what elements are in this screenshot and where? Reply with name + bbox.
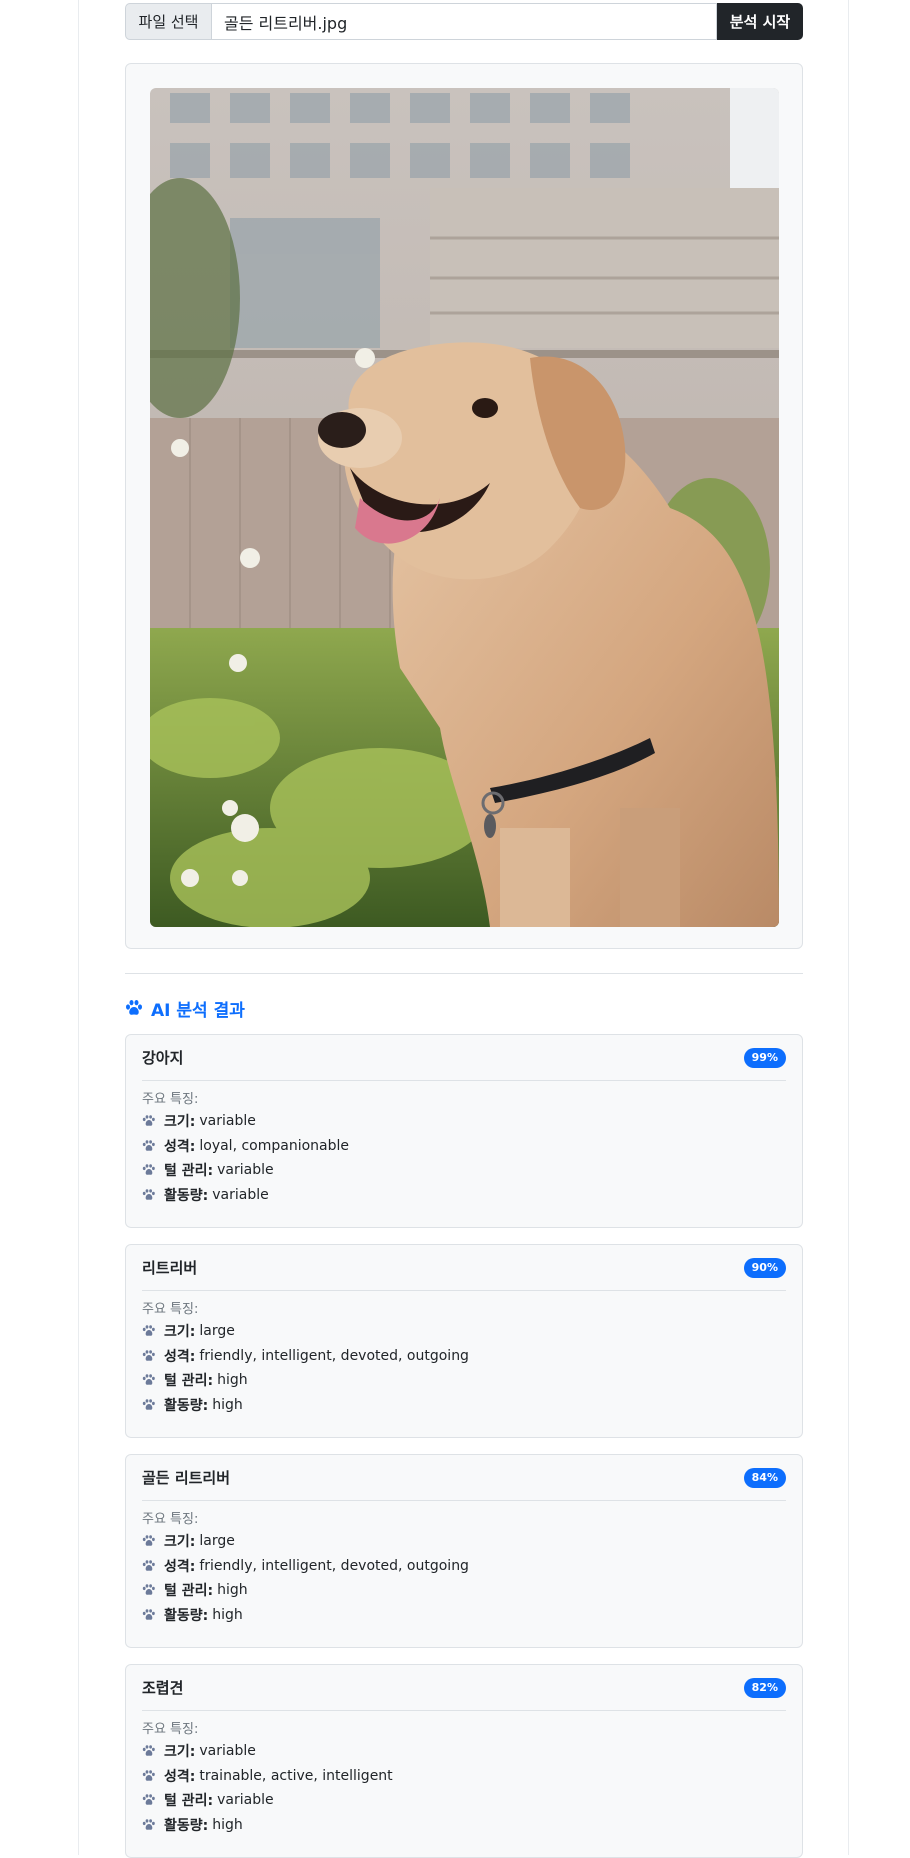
result-card-header: 강아지 99% (142, 1035, 786, 1081)
feature-item: 활동량: high (142, 1603, 786, 1628)
paw-icon (142, 1745, 156, 1757)
feature-value: high (212, 1606, 243, 1623)
result-card: 골든 리트리버 84% 주요 특징: 크기: large 성격: friendly, int… (125, 1454, 803, 1648)
result-card: 강아지 99% 주요 특징: 크기: variable 성격: loyal, compani… (125, 1034, 803, 1228)
feature-key: 성격: (164, 1768, 196, 1785)
feature-item: 크기: variable (142, 1739, 786, 1764)
breed-name: 골든 리트리버 (142, 1469, 231, 1487)
paw-icon (142, 1559, 156, 1572)
feature-item: 성격: trainable, active, intelligent (142, 1764, 786, 1789)
features-label: 주요 특징: (142, 1092, 199, 1107)
feature-key: 성격: (164, 1138, 196, 1155)
feature-key: 성격: (164, 1348, 196, 1365)
feature-value: high (212, 1816, 243, 1833)
feature-key: 성격: (164, 1558, 196, 1575)
breed-name: 강아지 (142, 1049, 184, 1067)
paw-icon (125, 999, 143, 1017)
confidence-badge: 84% (743, 1467, 786, 1488)
paw-icon (142, 1794, 156, 1806)
feature-key: 털 관리: (164, 1793, 214, 1810)
feature-value: large (199, 1323, 235, 1340)
feature-value: variable (217, 1792, 274, 1809)
feature-value: variable (199, 1743, 256, 1760)
feature-key: 활동량: (164, 1607, 209, 1624)
result-card-header: 조렵견 82% (142, 1665, 786, 1711)
paw-icon (142, 1115, 156, 1127)
paw-icon (142, 1325, 156, 1337)
paw-icon (142, 1139, 156, 1152)
feature-key: 크기: (164, 1324, 196, 1341)
feature-item: 활동량: high (142, 1393, 786, 1418)
feature-key: 크기: (164, 1114, 196, 1131)
feature-item: 성격: friendly, intelligent, devoted, outgo… (142, 1344, 786, 1369)
feature-key: 크기: (164, 1744, 196, 1761)
breed-name: 조렵견 (142, 1679, 184, 1697)
paw-icon (142, 1535, 156, 1547)
feature-value: loyal, companionable (199, 1137, 350, 1154)
paw-icon (142, 1608, 156, 1621)
paw-icon (142, 1584, 156, 1596)
analyze-button[interactable]: 분석 시작 (717, 3, 803, 40)
feature-item: 털 관리: variable (142, 1158, 786, 1183)
feature-item: 크기: large (142, 1319, 786, 1344)
feature-item: 털 관리: high (142, 1578, 786, 1603)
uploaded-dog-photo (150, 88, 779, 927)
confidence-badge: 90% (743, 1257, 786, 1278)
paw-icon (142, 1349, 156, 1362)
file-upload-group: 파일 선택 골든 리트리버.jpg 분석 시작 (125, 3, 803, 40)
results-heading: AI 분석 결과 (125, 994, 245, 1022)
choose-file-button[interactable]: 파일 선택 (125, 3, 211, 40)
breed-name: 리트리버 (142, 1259, 198, 1277)
paw-icon (142, 1398, 156, 1411)
result-card-header: 리트리버 90% (142, 1245, 786, 1291)
features-label: 주요 특징: (142, 1302, 199, 1317)
feature-item: 털 관리: variable (142, 1788, 786, 1813)
result-card: 리트리버 90% 주요 특징: 크기: large 성격: friendly, intell… (125, 1244, 803, 1438)
paw-icon (142, 1188, 156, 1201)
results-heading-text: AI 분석 결과 (151, 1000, 245, 1021)
file-name-field[interactable]: 골든 리트리버.jpg (211, 3, 717, 40)
feature-key: 활동량: (164, 1187, 209, 1204)
feature-key: 활동량: (164, 1817, 209, 1834)
paw-icon (142, 1374, 156, 1386)
feature-item: 크기: large (142, 1529, 786, 1554)
features-label: 주요 특징: (142, 1722, 199, 1737)
feature-item: 성격: friendly, intelligent, devoted, outgo… (142, 1554, 786, 1579)
feature-item: 크기: variable (142, 1109, 786, 1134)
paw-icon (142, 1769, 156, 1782)
feature-value: friendly, intelligent, devoted, outgoing (199, 1557, 469, 1574)
section-divider (125, 973, 803, 974)
feature-item: 활동량: high (142, 1813, 786, 1838)
feature-value: friendly, intelligent, devoted, outgoing (199, 1347, 469, 1364)
feature-value: variable (199, 1113, 256, 1130)
feature-key: 털 관리: (164, 1163, 214, 1180)
confidence-badge: 99% (743, 1047, 786, 1068)
feature-value: variable (217, 1162, 274, 1179)
feature-item: 성격: loyal, companionable (142, 1134, 786, 1159)
feature-value: variable (212, 1186, 269, 1203)
feature-value: high (212, 1396, 243, 1413)
feature-value: high (217, 1582, 248, 1599)
result-card-header: 골든 리트리버 84% (142, 1455, 786, 1501)
features-label: 주요 특징: (142, 1512, 199, 1527)
paw-icon (142, 1818, 156, 1831)
confidence-badge: 82% (743, 1677, 786, 1698)
image-preview-panel (125, 63, 803, 949)
paw-icon (142, 1164, 156, 1176)
feature-item: 털 관리: high (142, 1368, 786, 1393)
feature-item: 활동량: variable (142, 1183, 786, 1208)
feature-value: high (217, 1372, 248, 1389)
feature-key: 크기: (164, 1534, 196, 1551)
feature-key: 털 관리: (164, 1373, 214, 1390)
feature-key: 활동량: (164, 1397, 209, 1414)
feature-value: trainable, active, intelligent (199, 1767, 393, 1784)
feature-value: large (199, 1533, 235, 1550)
result-card: 조렵견 82% 주요 특징: 크기: variable 성격: trainable, act… (125, 1664, 803, 1858)
feature-key: 털 관리: (164, 1583, 214, 1600)
